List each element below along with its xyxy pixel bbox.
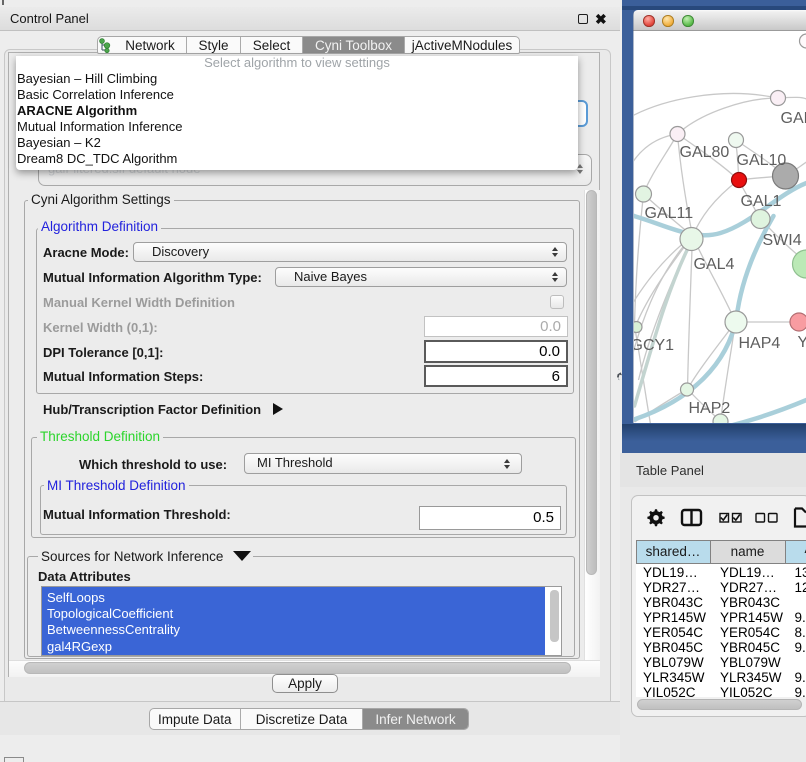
svg-text:GAL1: GAL1 [740, 193, 781, 210]
svg-text:HAP4: HAP4 [738, 335, 780, 352]
svg-text:GAL10: GAL10 [736, 152, 786, 169]
svg-text:GCY1: GCY1 [634, 337, 674, 354]
svg-text:GAL7: GAL7 [780, 110, 806, 127]
svg-text:SWI4: SWI4 [762, 232, 801, 249]
svg-text:GAL4: GAL4 [693, 256, 734, 273]
svg-text:GAL11: GAL11 [644, 205, 693, 222]
svg-text:HAP2: HAP2 [688, 400, 730, 417]
svg-text:YD: YD [797, 334, 806, 351]
svg-text:GAL80: GAL80 [679, 144, 729, 161]
